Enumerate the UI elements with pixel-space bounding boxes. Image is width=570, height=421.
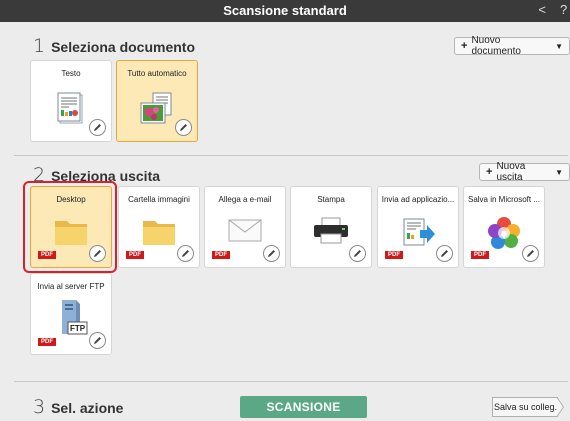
ftp-badge-text: FTP xyxy=(70,324,86,333)
output-card-cartella-immagini[interactable]: Cartella immagini PDF xyxy=(118,186,200,268)
back-button[interactable]: < xyxy=(538,2,546,17)
document-card-testo[interactable]: Testo xyxy=(30,60,112,142)
output-card-ftp[interactable]: Invia al server FTP FTP PDF xyxy=(30,273,112,355)
section-divider xyxy=(14,155,568,156)
section-3-title: 3 Sel. azione xyxy=(33,396,123,418)
pdf-badge: PDF xyxy=(212,251,230,259)
card-label: Salva in Microsoft ... xyxy=(467,195,541,204)
save-shortcut-button[interactable]: Salva su colleg. xyxy=(492,397,564,417)
new-output-button[interactable]: + Nuova uscita ▼ xyxy=(479,161,570,183)
arrow-right-icon xyxy=(557,397,564,417)
card-label: Invia ad applicazio... xyxy=(381,195,455,204)
section-3-label: Sel. azione xyxy=(51,400,124,416)
new-document-button[interactable]: + Nuovo documento ▼ xyxy=(454,35,570,57)
document-card-tutto-automatico[interactable]: Tutto automatico xyxy=(116,60,198,142)
output-card-email[interactable]: Allega a e-mail PDF xyxy=(204,186,286,268)
plus-icon: + xyxy=(461,40,468,52)
email-icon xyxy=(228,217,262,248)
title-bar: Scansione standard < ? xyxy=(0,0,570,22)
save-shortcut-label: Salva su colleg. xyxy=(492,397,558,417)
edit-pencil-button[interactable] xyxy=(177,245,194,262)
output-card-microsoft[interactable]: Salva in Microsoft ... PDF xyxy=(463,186,545,268)
output-card-send-to-app[interactable]: Invia ad applicazio... PDF xyxy=(377,186,459,268)
printer-icon xyxy=(312,217,350,250)
edit-pencil-button[interactable] xyxy=(89,119,106,136)
edit-pencil-button[interactable] xyxy=(89,332,106,349)
folder-icon xyxy=(141,217,177,252)
section-3-number: 3 xyxy=(33,396,46,418)
plus-icon: + xyxy=(486,166,493,178)
text-document-icon xyxy=(55,91,87,132)
card-label: Allega a e-mail xyxy=(218,195,272,204)
card-label: Testo xyxy=(61,69,81,78)
edit-pencil-button[interactable] xyxy=(263,245,280,262)
microsoft-app-icon xyxy=(486,215,522,256)
pdf-badge: PDF xyxy=(126,251,144,259)
photo-document-icon xyxy=(139,91,175,132)
card-label: Cartella immagini xyxy=(128,195,190,204)
card-label: Stampa xyxy=(317,195,345,204)
window-title: Scansione standard xyxy=(223,3,347,18)
section-1-label: Seleziona documento xyxy=(51,39,196,55)
section-divider xyxy=(14,381,568,382)
ftp-server-icon: FTP xyxy=(54,298,88,343)
chevron-down-icon: ▼ xyxy=(555,41,563,51)
scan-button[interactable]: SCANSIONE xyxy=(240,396,367,418)
pdf-badge: PDF xyxy=(38,338,56,346)
edit-pencil-button[interactable] xyxy=(522,245,539,262)
card-label: Tutto automatico xyxy=(127,69,187,78)
output-card-stampa[interactable]: Stampa xyxy=(290,186,372,268)
section-1-title: 1 Seleziona documento xyxy=(33,35,195,57)
section-1-number: 1 xyxy=(33,35,46,57)
card-label: Invia al server FTP xyxy=(37,282,105,291)
edit-pencil-button[interactable] xyxy=(436,245,453,262)
selection-highlight xyxy=(23,181,117,273)
new-output-label: Nuova uscita xyxy=(496,161,526,183)
edit-pencil-button[interactable] xyxy=(349,245,366,262)
chevron-down-icon: ▼ xyxy=(555,167,563,177)
pdf-badge: PDF xyxy=(471,251,489,259)
help-button[interactable]: ? xyxy=(560,2,568,17)
new-document-label: Nuovo documento xyxy=(471,35,521,57)
send-to-app-icon xyxy=(400,217,436,254)
pdf-badge: PDF xyxy=(385,251,403,259)
edit-pencil-button[interactable] xyxy=(175,119,192,136)
